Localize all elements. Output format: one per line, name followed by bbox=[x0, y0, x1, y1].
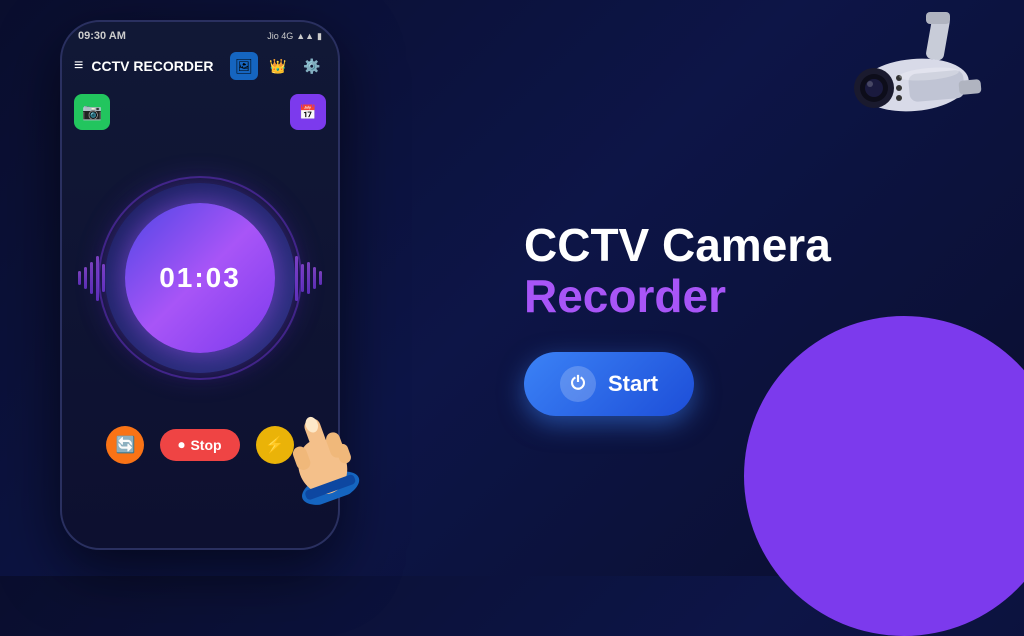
status-bar: 09:30 AM Jio 4G ▲▲ ▮ bbox=[62, 22, 338, 46]
crown-icon-btn[interactable]: 👑 bbox=[264, 52, 292, 80]
timer-inner-circle: 01:03 bbox=[125, 203, 275, 353]
gallery-icon-btn[interactable]: 🖼 bbox=[230, 52, 258, 80]
start-label: Start bbox=[608, 371, 658, 397]
power-icon: ⏻ bbox=[571, 373, 585, 394]
title-line2: Recorder bbox=[524, 271, 831, 322]
schedule-btn[interactable]: 📅 bbox=[290, 94, 326, 130]
record-dot-icon: ⏺ bbox=[178, 438, 184, 453]
power-icon-container: ⏻ bbox=[560, 366, 596, 402]
app-bar-icons: 🖼 👑 ⚙️ bbox=[230, 52, 326, 80]
calendar-icon: 📅 bbox=[299, 104, 316, 121]
title-line1: CCTV Camera bbox=[524, 220, 831, 271]
menu-icon[interactable]: ≡ bbox=[74, 57, 83, 75]
status-icons: Jio 4G ▲▲ ▮ bbox=[267, 31, 322, 42]
app-title-label: CCTV RECORDER bbox=[91, 58, 222, 74]
timer-area: 01:03 bbox=[74, 138, 326, 418]
phone-top-buttons: 📷 📅 bbox=[74, 94, 326, 130]
crown-icon: 👑 bbox=[269, 58, 286, 75]
rotate-button[interactable]: 🔄 bbox=[106, 426, 144, 464]
cctv-camera-image bbox=[819, 10, 1004, 145]
stop-button[interactable]: ⏺ Stop bbox=[160, 429, 239, 461]
status-time: 09:30 AM bbox=[78, 30, 126, 42]
battery-icon: ▮ bbox=[317, 31, 322, 42]
start-button[interactable]: ⏻ Start bbox=[524, 352, 694, 416]
timer-outer-circle: 01:03 bbox=[105, 183, 295, 373]
camera-quick-btn[interactable]: 📷 bbox=[74, 94, 110, 130]
page-title: CCTV Camera Recorder bbox=[524, 160, 831, 351]
stop-label: Stop bbox=[190, 437, 221, 453]
gear-icon: ⚙️ bbox=[303, 58, 320, 75]
signal-icon: ▲▲ bbox=[296, 31, 314, 41]
carrier-label: Jio 4G bbox=[267, 31, 293, 41]
timer-display: 01:03 bbox=[159, 262, 241, 294]
app-bar: ≡ CCTV RECORDER 🖼 👑 ⚙️ bbox=[62, 46, 338, 86]
gallery-icon: 🖼 bbox=[235, 58, 253, 75]
rotate-icon: 🔄 bbox=[115, 435, 135, 455]
camera-icon: 📷 bbox=[82, 102, 102, 122]
settings-icon-btn[interactable]: ⚙️ bbox=[298, 52, 326, 80]
